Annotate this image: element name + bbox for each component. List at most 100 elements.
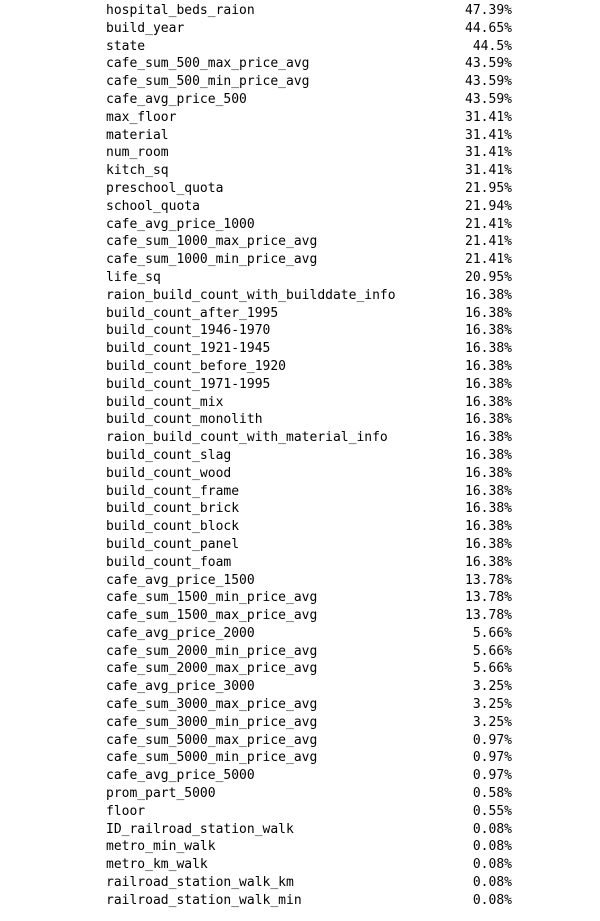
feature-name: cafe_sum_3000_max_price_avg	[106, 697, 318, 713]
feature-name: build_count_after_1995	[106, 305, 279, 321]
feature-name: cafe_sum_1500_max_price_avg	[106, 608, 318, 624]
output-row: cafe_sum_1500_min_price_avg 13.78%	[106, 589, 512, 607]
feature-name: cafe_avg_price_2000	[106, 625, 255, 641]
feature-name: max_floor	[106, 109, 177, 125]
missing-percentage: 16.38%	[465, 483, 512, 499]
feature-name: build_count_1921-1945	[106, 341, 271, 357]
missing-percentage: 0.08%	[472, 892, 512, 908]
output-row: raion_build_count_with_material_info 16.3…	[106, 429, 512, 447]
feature-name: cafe_avg_price_3000	[106, 679, 255, 695]
missing-percentage: 3.25%	[472, 697, 512, 713]
missing-percentage: 0.97%	[472, 750, 512, 766]
missing-percentage: 0.55%	[472, 803, 512, 819]
output-row: build_count_wood 16.38%	[106, 465, 512, 483]
feature-name: metro_km_walk	[106, 857, 208, 873]
feature-name: num_room	[106, 145, 169, 161]
missing-percentage: 21.41%	[465, 234, 512, 250]
missing-percentage: 47.39%	[465, 3, 512, 18]
feature-name: build_count_wood	[106, 465, 232, 481]
feature-name: school_quota	[106, 198, 200, 214]
output-row: cafe_sum_3000_max_price_avg 3.25%	[106, 696, 512, 714]
missing-percentage: 43.59%	[465, 56, 512, 72]
feature-name: material	[106, 127, 169, 143]
feature-name: hospital_beds_raion	[106, 3, 255, 18]
feature-name: build_count_1946-1970	[106, 323, 271, 339]
feature-name: cafe_sum_5000_min_price_avg	[106, 750, 318, 766]
missing-percentage: 16.38%	[465, 394, 512, 410]
feature-name: railroad_station_walk_km	[106, 875, 294, 891]
missing-percentage: 44.5%	[472, 38, 512, 54]
feature-name: raion_build_count_with_material_info	[106, 430, 388, 446]
output-row: cafe_sum_1500_max_price_avg 13.78%	[106, 607, 512, 625]
output-row: life_sq 20.95%	[106, 269, 512, 287]
output-row: cafe_sum_500_min_price_avg 43.59%	[106, 73, 512, 91]
feature-name: floor	[106, 803, 146, 819]
feature-name: cafe_sum_2000_max_price_avg	[106, 661, 318, 677]
output-row: railroad_station_walk_min 0.08%	[106, 892, 512, 910]
missing-percentage: 0.97%	[472, 732, 512, 748]
output-row: railroad_station_walk_km 0.08%	[106, 874, 512, 892]
missing-percentage: 0.08%	[472, 875, 512, 891]
feature-name: build_count_1971-1995	[106, 376, 271, 392]
output-row: hospital_beds_raion 47.39%	[106, 2, 512, 20]
output-row: build_count_1971-1995 16.38%	[106, 376, 512, 394]
missing-percentage: 16.38%	[465, 554, 512, 570]
output-row: cafe_sum_2000_min_price_avg 5.66%	[106, 643, 512, 661]
missing-percentage: 21.41%	[465, 216, 512, 232]
missing-percentage: 3.25%	[472, 679, 512, 695]
output-row: build_count_monolith 16.38%	[106, 411, 512, 429]
output-row: state 44.5%	[106, 38, 512, 56]
missing-percentage: 13.78%	[465, 572, 512, 588]
output-row: build_count_1921-1945 16.38%	[106, 340, 512, 358]
output-row: build_count_slag 16.38%	[106, 447, 512, 465]
output-row: ID_railroad_station_walk 0.08%	[106, 821, 512, 839]
feature-name: kitch_sq	[106, 163, 169, 179]
feature-name: build_count_foam	[106, 554, 232, 570]
output-row: build_count_mix 16.38%	[106, 394, 512, 412]
feature-name: cafe_sum_500_max_price_avg	[106, 56, 310, 72]
missing-percentage: 3.25%	[472, 714, 512, 730]
output-row: cafe_avg_price_2000 5.66%	[106, 625, 512, 643]
output-row: build_count_foam 16.38%	[106, 554, 512, 572]
missing-percentage: 16.38%	[465, 501, 512, 517]
missing-percentage: 0.97%	[472, 768, 512, 784]
output-row: build_count_after_1995 16.38%	[106, 305, 512, 323]
feature-name: cafe_avg_price_1500	[106, 572, 255, 588]
feature-name: build_count_panel	[106, 536, 240, 552]
missing-percentage: 13.78%	[465, 590, 512, 606]
missing-percentage: 16.38%	[465, 341, 512, 357]
missing-percentage: 16.38%	[465, 465, 512, 481]
feature-name: cafe_sum_1000_max_price_avg	[106, 234, 318, 250]
missing-percentage: 0.58%	[472, 786, 512, 802]
missing-percentage: 16.38%	[465, 412, 512, 428]
feature-name: cafe_sum_3000_min_price_avg	[106, 714, 318, 730]
output-row: build_year 44.65%	[106, 20, 512, 38]
missing-percentage: 16.38%	[465, 323, 512, 339]
output-row: cafe_avg_price_500 43.59%	[106, 91, 512, 109]
missing-percentage: 20.95%	[465, 269, 512, 285]
feature-name: build_count_before_1920	[106, 358, 287, 374]
output-row: kitch_sq 31.41%	[106, 162, 512, 180]
missing-percentage: 31.41%	[465, 163, 512, 179]
missing-percentage: 31.41%	[465, 145, 512, 161]
feature-name: cafe_sum_1500_min_price_avg	[106, 590, 318, 606]
output-row: raion_build_count_with_builddate_info 16.…	[106, 287, 512, 305]
output-row: prom_part_5000 0.58%	[106, 785, 512, 803]
missing-percentage: 13.78%	[465, 608, 512, 624]
output-row: max_floor 31.41%	[106, 109, 512, 127]
feature-name: build_count_frame	[106, 483, 240, 499]
missing-percentage: 5.66%	[472, 661, 512, 677]
feature-name: build_count_slag	[106, 447, 232, 463]
missing-percentage: 16.38%	[465, 430, 512, 446]
feature-name: railroad_station_walk_min	[106, 892, 302, 908]
output-row: build_count_1946-1970 16.38%	[106, 322, 512, 340]
output-row: build_count_brick 16.38%	[106, 500, 512, 518]
output-row: cafe_avg_price_1500 13.78%	[106, 572, 512, 590]
missing-percentage: 5.66%	[472, 625, 512, 641]
output-row: cafe_sum_3000_min_price_avg 3.25%	[106, 714, 512, 732]
missing-percentage: 43.59%	[465, 91, 512, 107]
missing-percentage: 21.95%	[465, 180, 512, 196]
missing-percentage: 16.38%	[465, 519, 512, 535]
output-row: cafe_avg_price_1000 21.41%	[106, 216, 512, 234]
feature-name: cafe_sum_500_min_price_avg	[106, 74, 310, 90]
